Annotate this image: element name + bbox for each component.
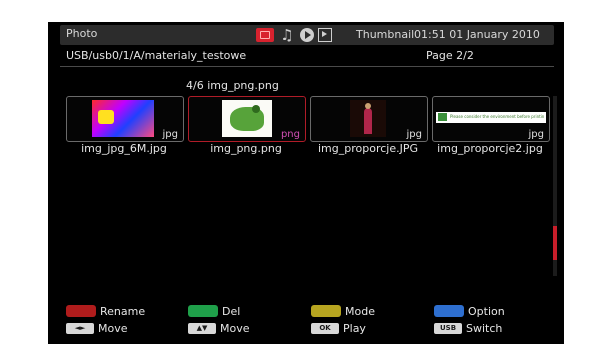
file-extension: jpg	[528, 129, 544, 140]
thumbnail-image	[92, 100, 154, 137]
file-extension: jpg	[162, 129, 178, 140]
red-key-icon	[66, 305, 96, 317]
file-name: img_png.png	[210, 142, 282, 155]
move-label: Move	[98, 321, 128, 335]
rename-action[interactable]: Rename	[66, 304, 145, 318]
switch-action[interactable]: USB Switch	[434, 321, 502, 335]
file-extension: jpg	[406, 129, 422, 140]
footer-row-color-keys: Rename Del Mode Option	[48, 304, 564, 318]
media-player-screen: Photo ♫ Thumbnail 01:51 01 January 2010 …	[48, 22, 564, 344]
thumbnail-image	[350, 100, 386, 137]
move-label: Move	[220, 321, 250, 335]
thumbnail-document-text: Please consider the environment before p…	[450, 114, 544, 119]
file-name: img_proporcje.JPG	[317, 142, 418, 155]
mode-action[interactable]: Mode	[311, 304, 375, 318]
scrollbar[interactable]	[553, 96, 557, 276]
option-action[interactable]: Option	[434, 304, 505, 318]
thumbnail-tile[interactable]: Please consider the environment before p…	[432, 96, 550, 142]
usb-key-icon: USB	[434, 322, 462, 334]
switch-label: Switch	[466, 321, 503, 335]
move-horizontal-action[interactable]: ◄► Move	[66, 321, 128, 335]
option-label: Option	[468, 304, 505, 318]
left-right-key-icon: ◄►	[66, 322, 94, 334]
thumbnail-tile[interactable]: jpg	[66, 96, 184, 142]
delete-action[interactable]: Del	[188, 304, 240, 318]
photo-icon[interactable]	[256, 28, 274, 42]
yellow-key-icon	[311, 305, 341, 317]
file-extension: png	[280, 129, 300, 140]
play-action[interactable]: OK Play	[311, 321, 366, 335]
move-vertical-action[interactable]: ▲▼ Move	[188, 321, 250, 335]
clock: 01:51 01 January 2010	[414, 28, 540, 41]
up-down-key-icon: ▲▼	[188, 322, 216, 334]
divider	[60, 66, 554, 67]
video-icon[interactable]	[300, 28, 314, 42]
file-name: img_proporcje2.jpg	[437, 142, 543, 155]
breadcrumb-path: USB/usb0/1/A/materialy_testowe	[66, 49, 247, 62]
movie-icon[interactable]	[318, 28, 332, 42]
blue-key-icon	[434, 305, 464, 317]
thumbnail-tile-selected[interactable]: png	[188, 96, 306, 142]
mode-icons: ♫	[256, 27, 332, 43]
footer-row-nav-keys: ◄► Move ▲▼ Move OK Play USB Switch	[48, 321, 564, 335]
mode-label: Mode	[345, 304, 375, 318]
rename-label: Rename	[100, 304, 146, 318]
play-label: Play	[343, 321, 366, 335]
leaf-icon	[438, 113, 447, 121]
thumbnail-image	[222, 100, 272, 137]
app-title: Photo	[66, 27, 98, 40]
delete-label: Del	[222, 304, 241, 318]
ok-key-icon: OK	[311, 322, 339, 334]
selected-file-info: 4/6 img_png.png	[186, 79, 279, 92]
thumbnail-image: Please consider the environment before p…	[436, 112, 546, 123]
file-name: img_jpg_6M.jpg	[81, 142, 167, 155]
scrollbar-thumb[interactable]	[553, 226, 557, 260]
thumbnail-tile[interactable]: jpg	[310, 96, 428, 142]
page-indicator: Page 2/2	[426, 49, 474, 62]
green-key-icon	[188, 305, 218, 317]
music-icon[interactable]: ♫	[278, 28, 296, 43]
view-mode-label: Thumbnail	[356, 28, 415, 41]
header-bar: Photo ♫ Thumbnail 01:51 01 January 2010	[60, 25, 554, 45]
